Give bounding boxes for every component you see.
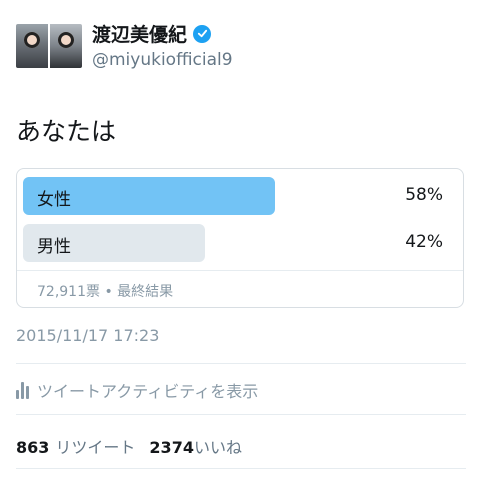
- tweet-stats: 863 リツイート 2374 いいね: [16, 434, 256, 458]
- avatar-photo-right: [50, 24, 82, 68]
- author-name-row[interactable]: 渡辺美優紀: [92, 20, 212, 47]
- avatar-photo-left: [16, 24, 48, 68]
- divider: [16, 414, 466, 415]
- poll-option-1: 女性 58%: [23, 177, 457, 215]
- poll-status: 最終結果: [117, 284, 174, 300]
- like-label[interactable]: いいね: [194, 434, 242, 458]
- tweet-activity-link[interactable]: ツイートアクティビティを表示: [16, 378, 258, 402]
- verified-badge-icon: [193, 24, 212, 43]
- display-name[interactable]: 渡辺美優紀: [92, 20, 187, 47]
- avatar[interactable]: [16, 24, 82, 68]
- poll-vote-count: 72,911票: [37, 284, 100, 300]
- tweet-timestamp[interactable]: 2015/11/17 17:23: [16, 326, 159, 345]
- author-handle[interactable]: @miyukiofficial9: [92, 50, 233, 70]
- poll-meta-separator: •: [104, 284, 113, 300]
- tweet-activity-label: ツイートアクティビティを表示: [37, 382, 259, 401]
- poll-card: 女性 58% 男性 42% 72,911票 • 最終結果: [16, 168, 464, 308]
- divider: [16, 363, 466, 364]
- bar-chart-icon: [16, 381, 29, 399]
- poll-option-percent: 42%: [405, 232, 443, 252]
- poll-option-percent: 58%: [405, 185, 443, 205]
- tweet-text: あなたは: [16, 117, 117, 146]
- retweet-count[interactable]: 863: [16, 438, 49, 457]
- poll-divider: [17, 270, 463, 271]
- poll-meta: 72,911票 • 最終結果: [37, 281, 173, 301]
- poll-option-label: 男性: [37, 237, 71, 257]
- like-count[interactable]: 2374: [149, 438, 194, 457]
- divider: [16, 468, 466, 469]
- tweet-header: 渡辺美優紀 @miyukiofficial9: [16, 14, 466, 74]
- retweet-label[interactable]: リツイート: [55, 434, 135, 458]
- poll-option-2: 男性 42%: [23, 224, 457, 262]
- poll-option-label: 女性: [37, 190, 71, 210]
